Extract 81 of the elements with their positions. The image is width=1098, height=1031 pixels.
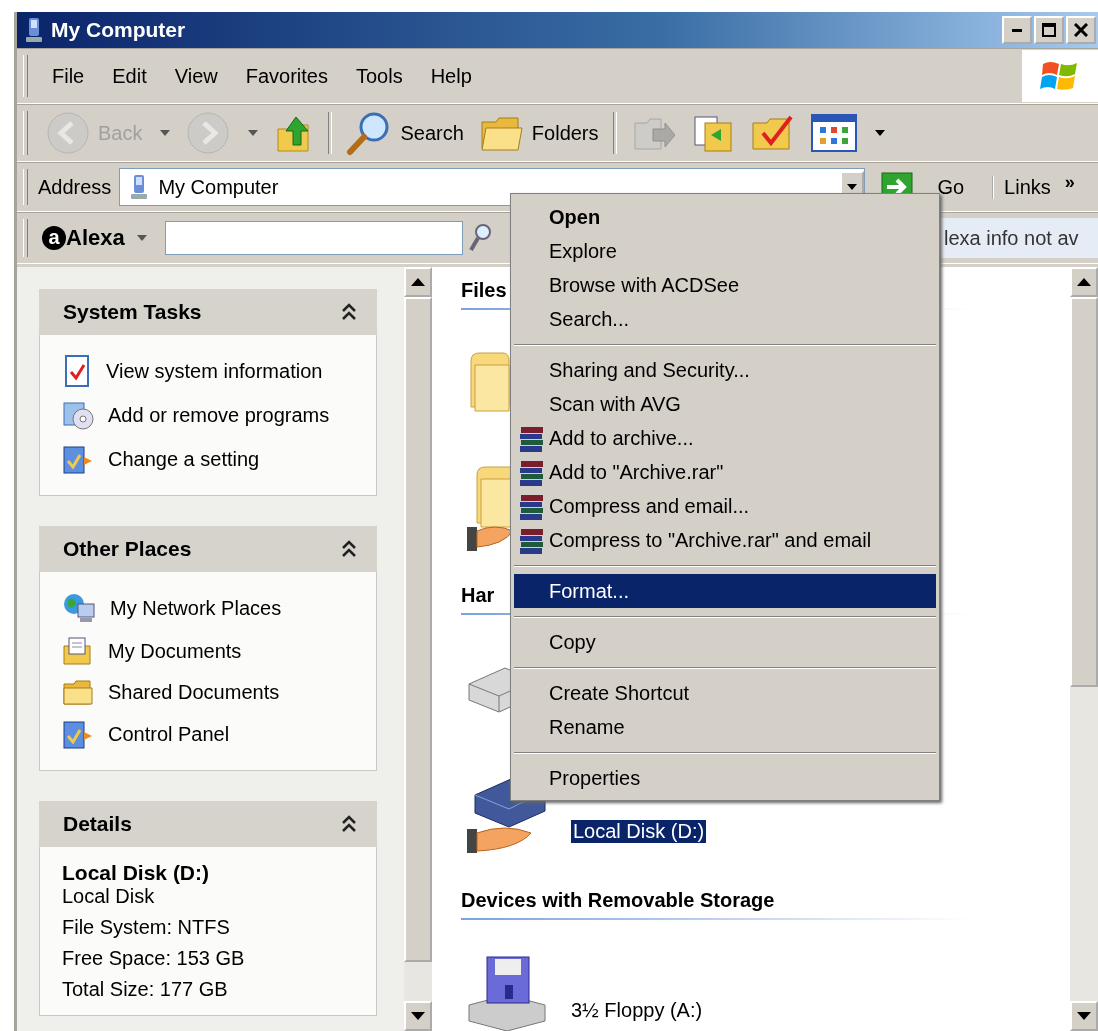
floppy-drive-icon[interactable]: [465, 955, 549, 1031]
folder-icon: [62, 678, 94, 706]
address-label: Address: [38, 175, 112, 199]
close-icon: [1074, 23, 1088, 37]
detail-line: File System: NTFS: [62, 916, 231, 939]
double-chevron-up-icon: [341, 815, 357, 833]
menu-item[interactable]: Create Shortcut: [514, 676, 936, 710]
task-link[interactable]: My Network Places: [62, 586, 282, 630]
menu-item[interactable]: File: [38, 64, 99, 88]
links-button[interactable]: Links »: [992, 175, 1081, 199]
maximize-icon: [1042, 23, 1056, 37]
scrollbar[interactable]: [1070, 267, 1098, 1031]
stacked-books-icon: [518, 459, 546, 487]
menu-item[interactable]: Compress to "Archive.rar" and email: [514, 523, 936, 557]
panel-header[interactable]: Other Places: [39, 526, 377, 572]
task-link[interactable]: View system information: [62, 349, 323, 393]
stacked-books-icon: [518, 527, 546, 555]
task-link[interactable]: Add or remove programs: [62, 393, 330, 437]
detail-line: Total Size: 177 GB: [62, 978, 229, 1001]
caret-icon: [136, 235, 147, 241]
folder-icon: [479, 114, 524, 152]
menu-item[interactable]: Compress and email...: [514, 489, 936, 523]
alexa-status-text: lexa info not av: [938, 218, 1098, 258]
menu-item[interactable]: Scan with AVG: [514, 387, 936, 421]
menu-item[interactable]: Help: [416, 64, 486, 88]
program-box-cd-icon: [62, 399, 94, 431]
scroll-down-arrow-icon: [411, 1012, 425, 1020]
folder-check-icon: [750, 113, 795, 153]
menu-item[interactable]: Tools: [341, 64, 417, 88]
detail-name: Local Disk (D:): [62, 861, 211, 885]
alexa-search-field[interactable]: [164, 221, 463, 255]
search-icon: [468, 223, 491, 253]
search-button[interactable]: Search: [338, 110, 472, 156]
alexa-menu-button[interactable]: a Alexa: [38, 225, 151, 251]
group-heading: Devices with Removable Storage: [461, 883, 973, 920]
scroll-thumb[interactable]: [1070, 297, 1098, 687]
scroll-up-arrow-icon: [1077, 278, 1091, 286]
menu-item[interactable]: View: [160, 64, 232, 88]
drive-label[interactable]: Local Disk (D:): [571, 819, 707, 843]
maximize-button[interactable]: [1034, 16, 1064, 44]
panel-header[interactable]: System Tasks: [39, 289, 377, 335]
caret-icon: [160, 130, 171, 136]
stacked-books-icon: [518, 493, 546, 521]
double-chevron-up-icon: [341, 540, 357, 558]
menu-item[interactable]: Add to "Archive.rar": [514, 455, 936, 489]
control-panel-icon: [62, 443, 94, 475]
documents-folder-icon: [62, 636, 94, 666]
detail-line: Free Space: 153 GB: [62, 947, 246, 970]
task-link[interactable]: Change a setting: [62, 437, 260, 481]
task-link[interactable]: My Documents: [62, 630, 242, 672]
window-title: My Computer: [51, 18, 186, 42]
menu-item[interactable]: Format...: [514, 574, 936, 608]
view-grid-icon: [810, 114, 857, 152]
menu-item[interactable]: Favorites: [231, 64, 342, 88]
control-panel-icon: [62, 718, 94, 750]
dropdown-arrow-icon: [847, 184, 858, 190]
task-link[interactable]: Control Panel: [62, 712, 230, 756]
menu-item[interactable]: Explore: [514, 234, 936, 268]
panel-header[interactable]: Details: [39, 801, 377, 847]
detail-type: Local Disk: [62, 885, 156, 908]
caret-icon: [248, 130, 259, 136]
menu-item[interactable]: Sharing and Security...: [514, 353, 936, 387]
folders-button[interactable]: Folders: [471, 114, 607, 152]
double-chevron-up-icon: [341, 303, 357, 321]
menu-item[interactable]: Edit: [98, 64, 161, 88]
stacked-books-icon: [518, 425, 546, 453]
computer-icon: [23, 17, 45, 43]
menu-item[interactable]: Copy: [514, 625, 936, 659]
drive-label[interactable]: 3½ Floppy (A:): [569, 998, 705, 1022]
dropdown-arrow-icon: [874, 130, 885, 136]
menu-item[interactable]: Properties: [514, 761, 936, 795]
minimize-icon: [1012, 28, 1022, 32]
minimize-button[interactable]: [1002, 16, 1032, 44]
menu-item[interactable]: Add to archive...: [514, 421, 936, 455]
menu-item[interactable]: Rename: [514, 710, 936, 744]
scroll-down-arrow-icon: [1077, 1012, 1091, 1020]
globe-computer-icon: [62, 592, 96, 624]
checklist-page-icon: [62, 355, 92, 387]
task-link[interactable]: Shared Documents: [62, 672, 280, 712]
scroll-up-arrow-icon: [411, 278, 425, 286]
close-button[interactable]: [1066, 16, 1096, 44]
